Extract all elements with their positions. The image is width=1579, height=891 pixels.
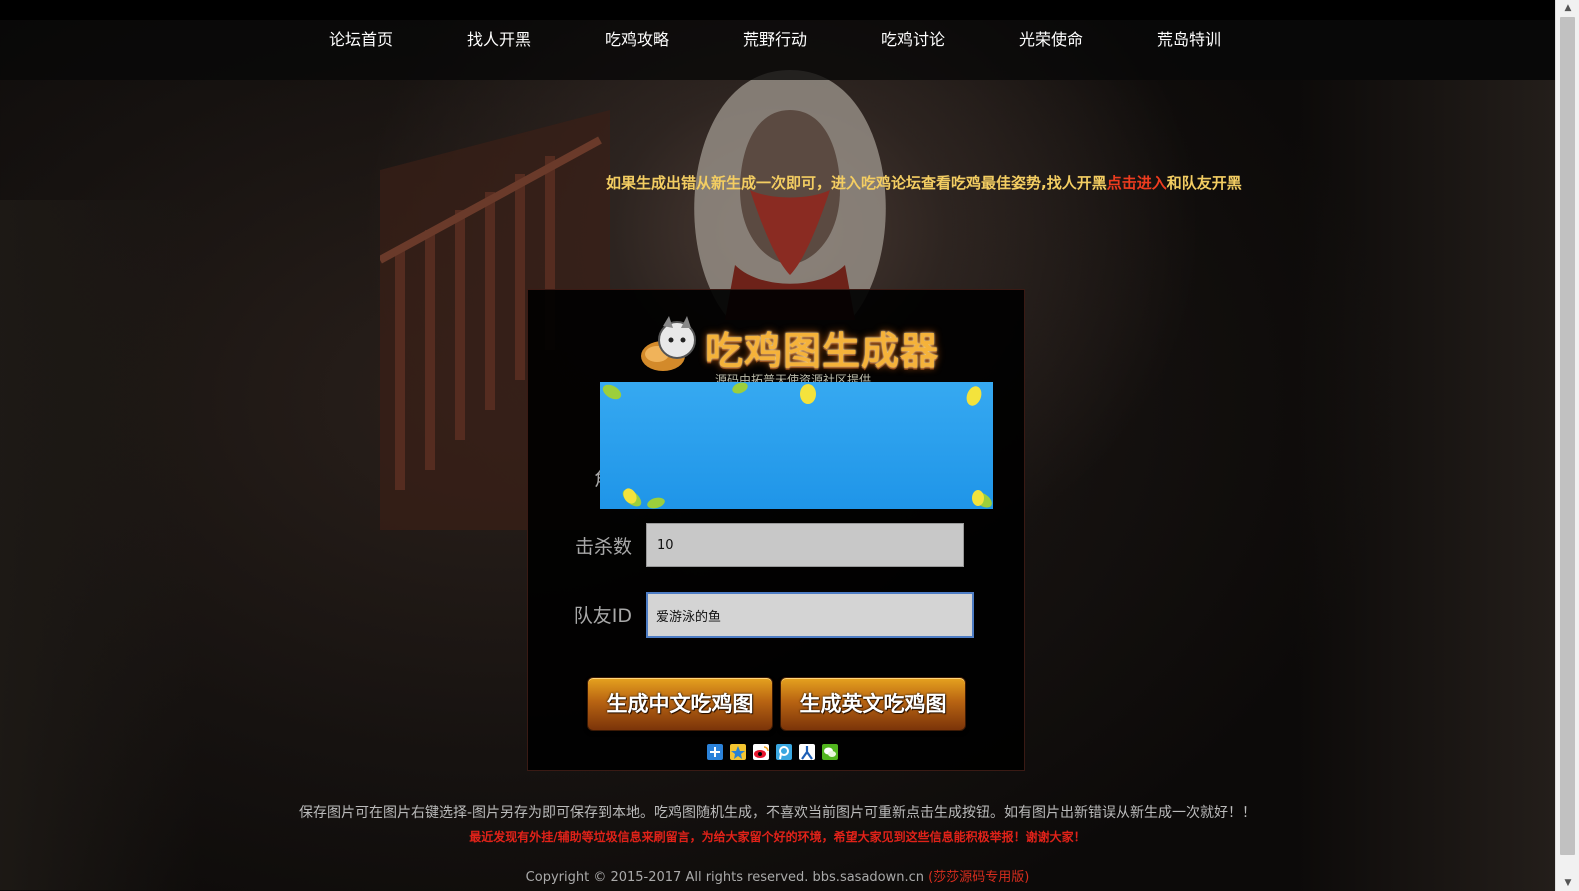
- background-right-door: [1295, 80, 1555, 891]
- scrolling-notice: 如果生成出错从新生成一次即可，进入吃鸡论坛查看吃鸡最佳姿势,找人开黑点击进入和队…: [606, 172, 1272, 196]
- weibo-icon[interactable]: [753, 744, 769, 760]
- nav-item-find-team[interactable]: 找人开黑: [430, 20, 568, 60]
- leaf-decoration-icon: [602, 382, 992, 509]
- nav-item-forum-home[interactable]: 论坛首页: [292, 20, 430, 60]
- tencent-weibo-icon[interactable]: [776, 744, 792, 760]
- scroll-up-arrow-icon[interactable]: ▲: [1556, 0, 1579, 16]
- nav-item-chicken-guide[interactable]: 吃鸡攻略: [568, 20, 706, 60]
- share-more-icon[interactable]: [707, 744, 723, 760]
- qzone-icon[interactable]: [730, 744, 746, 760]
- kills-input[interactable]: [646, 523, 964, 567]
- background-left-wall: [0, 200, 200, 890]
- footer-instructions: 保存图片可在图片右键选择-图片另存为即可保存到本地。吃鸡图随机生成，不喜欢当前图…: [298, 805, 1257, 821]
- wechat-icon[interactable]: [822, 744, 838, 760]
- teammate-id-label: 队友ID: [573, 605, 632, 627]
- notice-enter-link[interactable]: 点击进入: [1107, 174, 1167, 192]
- nav-item-glorious-mission[interactable]: 光荣使命: [982, 20, 1120, 60]
- nav-item-chicken-discussion[interactable]: 吃鸡讨论: [844, 20, 982, 60]
- nav-item-island-training[interactable]: 荒岛特训: [1120, 20, 1258, 60]
- footer-warning: 最近发现有外挂/辅助等垃圾信息来刷留言，为给大家留个好的环境，希望大家见到这些信…: [469, 830, 1086, 844]
- main-nav: 论坛首页 找人开黑 吃鸡攻略 荒野行动 吃鸡讨论 光荣使命 荒岛特训: [0, 20, 1555, 80]
- generator-logo-text: 吃鸡图生成器: [705, 329, 940, 373]
- nav-item-knives-out[interactable]: 荒野行动: [706, 20, 844, 60]
- generate-english-button[interactable]: 生成英文吃鸡图: [780, 677, 966, 731]
- ad-banner[interactable]: [600, 382, 993, 509]
- scrollbar-thumb[interactable]: [1560, 17, 1575, 855]
- generate-chinese-button[interactable]: 生成中文吃鸡图: [587, 677, 773, 731]
- notice-text: 如果生成出错从新生成一次即可，进入吃鸡论坛查看吃鸡最佳姿势,找人开黑: [606, 174, 1107, 192]
- renren-icon[interactable]: [799, 744, 815, 760]
- notice-text-tail: 和队友开黑: [1166, 174, 1242, 192]
- kills-label: 击杀数: [574, 536, 632, 558]
- share-toolbar: [707, 744, 845, 760]
- copyright-edition: (莎莎源码专用版): [928, 870, 1030, 885]
- vertical-scrollbar[interactable]: ▲ ▼: [1555, 0, 1579, 891]
- copyright-text: Copyright © 2015-2017 All rights reserve…: [525, 870, 925, 885]
- top-strip: [0, 0, 1555, 20]
- scroll-down-arrow-icon[interactable]: ▼: [1556, 875, 1579, 891]
- footer-copyright: Copyright © 2015-2017 All rights reserve…: [0, 866, 1555, 885]
- teammate-id-input[interactable]: [646, 592, 974, 638]
